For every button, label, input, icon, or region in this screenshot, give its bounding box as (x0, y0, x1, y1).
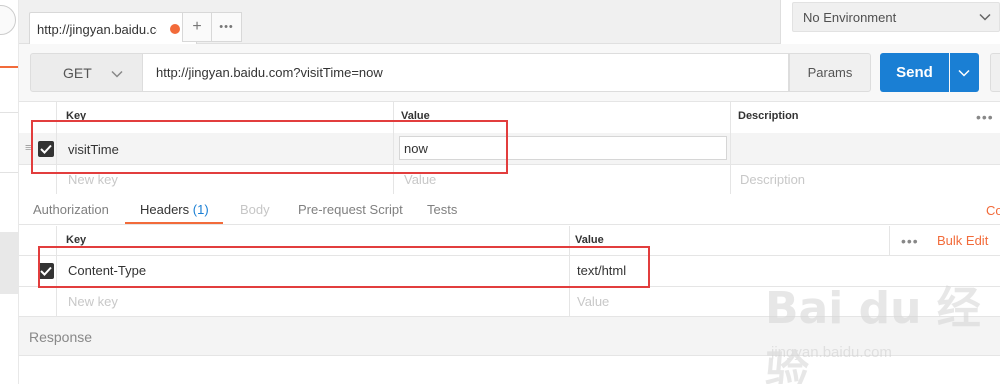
request-tab-label: http://jingyan.baidu.com (37, 22, 157, 37)
header-new-key-input[interactable]: New key (68, 294, 118, 309)
chevron-down-icon (111, 70, 123, 78)
baidu-jingyan-watermark: Bai du 经验 jingyan.baidu.com (765, 272, 985, 384)
chevron-down-icon (958, 69, 970, 77)
new-tab-button[interactable]: + (182, 12, 212, 42)
param-new-description-input[interactable]: Description (740, 172, 805, 187)
params-button[interactable]: Params (789, 53, 871, 92)
watermark-logo: Bai du 经验 (765, 283, 981, 384)
environment-label: No Environment (803, 10, 897, 25)
sidebar-selected-item[interactable] (0, 232, 18, 294)
url-input[interactable]: http://jingyan.baidu.com?visitTime=now (143, 53, 789, 92)
sidebar-circle-icon[interactable] (0, 5, 16, 35)
environment-select[interactable]: No Environment (792, 2, 1000, 32)
tab-authorization[interactable]: Authorization (33, 202, 109, 217)
tab-pre-request-script[interactable]: Pre-request Script (298, 202, 403, 217)
sidebar-divider (0, 112, 18, 113)
tab-tests[interactable]: Tests (427, 202, 457, 217)
tab-bar: http://jingyan.baidu.com + ••• (19, 0, 780, 45)
param-new-key-input[interactable]: New key (68, 172, 118, 187)
sidebar-active-indicator (0, 66, 18, 68)
header-divider (780, 0, 781, 44)
headers-key-header: Key (66, 234, 87, 246)
header-new-value-input[interactable]: Value (577, 294, 609, 309)
response-label: Response (29, 329, 93, 345)
cookies-link[interactable]: Co (986, 203, 1000, 218)
request-bar: GET http://jingyan.baidu.com?visitTime=n… (19, 44, 1000, 102)
annotation-box (31, 120, 508, 174)
url-value: http://jingyan.baidu.com?visitTime=now (156, 65, 383, 80)
unsaved-dot-icon (170, 24, 180, 34)
params-more-icon[interactable]: ••• (976, 109, 994, 125)
tab-headers-label: Headers (140, 202, 190, 217)
active-tab-underline (125, 222, 223, 224)
save-button[interactable] (990, 53, 1000, 92)
method-select[interactable]: GET (30, 53, 143, 92)
request-sub-tabs: Authorization Headers (1) Body Pre-reque… (19, 195, 1000, 225)
chevron-down-icon (979, 13, 991, 21)
headers-value-header: Value (575, 234, 604, 246)
tab-body[interactable]: Body (240, 202, 270, 217)
annotation-box (38, 246, 650, 288)
sidebar-strip (0, 0, 19, 384)
headers-count-badge: (1) (192, 202, 209, 217)
tab-headers[interactable]: Headers (1) (140, 202, 209, 217)
column-divider (730, 102, 731, 194)
watermark-url: jingyan.baidu.com (771, 344, 892, 361)
headers-more-icon[interactable]: ••• (901, 233, 919, 249)
sidebar-divider (0, 172, 18, 173)
request-tab[interactable]: http://jingyan.baidu.com (29, 12, 197, 45)
tab-more-button[interactable]: ••• (211, 12, 242, 42)
send-button[interactable]: Send (880, 53, 949, 92)
postman-window: http://jingyan.baidu.com + ••• No Enviro… (0, 0, 1000, 384)
params-description-header: Description (738, 110, 799, 122)
column-divider (889, 226, 890, 255)
bulk-edit-link[interactable]: Bulk Edit (937, 233, 988, 248)
method-label: GET (63, 65, 92, 81)
param-new-value-input[interactable]: Value (404, 172, 436, 187)
send-options-button[interactable] (950, 53, 979, 92)
